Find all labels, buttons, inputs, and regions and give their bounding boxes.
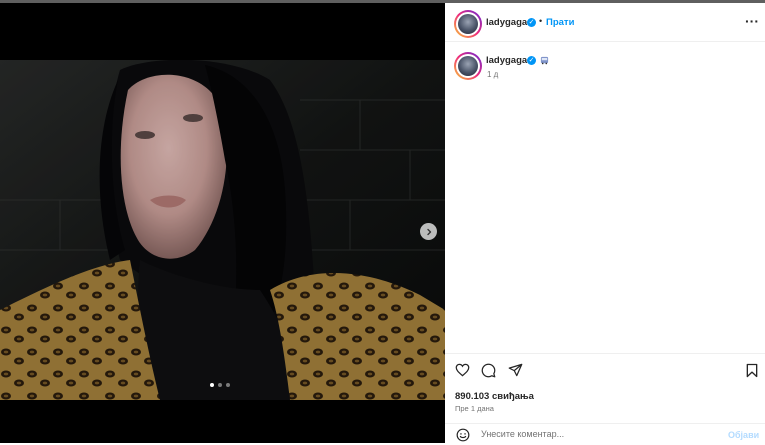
publish-comment-button[interactable]: Објави	[728, 430, 759, 440]
action-bar: 890.103 свиђања Пре 1 дана Објави	[445, 353, 765, 444]
likes-count[interactable]: 890.103 свиђања	[455, 391, 534, 402]
caption-username[interactable]: ladygaga	[486, 55, 527, 66]
caption-avatar[interactable]	[454, 52, 482, 80]
carousel-next-button[interactable]	[420, 223, 437, 240]
bus-emoji-icon	[540, 56, 549, 65]
carousel-indicator	[210, 383, 230, 387]
share-icon[interactable]	[508, 363, 523, 377]
carousel-dot	[226, 383, 230, 387]
avatar[interactable]	[454, 10, 482, 38]
verified-icon: ✓	[527, 56, 536, 65]
emoji-icon[interactable]	[456, 428, 470, 442]
follow-button[interactable]: Прати	[546, 17, 574, 28]
heart-icon[interactable]	[455, 363, 470, 377]
verified-icon: ✓	[527, 18, 536, 27]
more-options-button[interactable]: ···	[745, 13, 759, 29]
post-photo	[0, 60, 445, 400]
caption-timestamp: 1 д	[487, 70, 499, 79]
comment-input[interactable]	[481, 429, 711, 439]
comment-icon[interactable]	[481, 363, 496, 378]
comment-bar: Објави	[445, 423, 765, 445]
post-time-ago: Пре 1 дана	[455, 404, 494, 413]
bookmark-icon[interactable]	[746, 363, 758, 378]
separator-dot: •	[539, 16, 543, 26]
chevron-right-icon	[426, 228, 431, 235]
post-author-username[interactable]: ladygaga	[486, 17, 527, 28]
carousel-dot	[210, 383, 214, 387]
carousel-dot	[218, 383, 222, 387]
post-media	[0, 3, 445, 443]
post-details-panel: ladygaga ✓ • Прати ··· ladygaga ✓ 1 д 89…	[445, 3, 765, 443]
post-header: ladygaga ✓ • Прати ···	[445, 3, 765, 42]
